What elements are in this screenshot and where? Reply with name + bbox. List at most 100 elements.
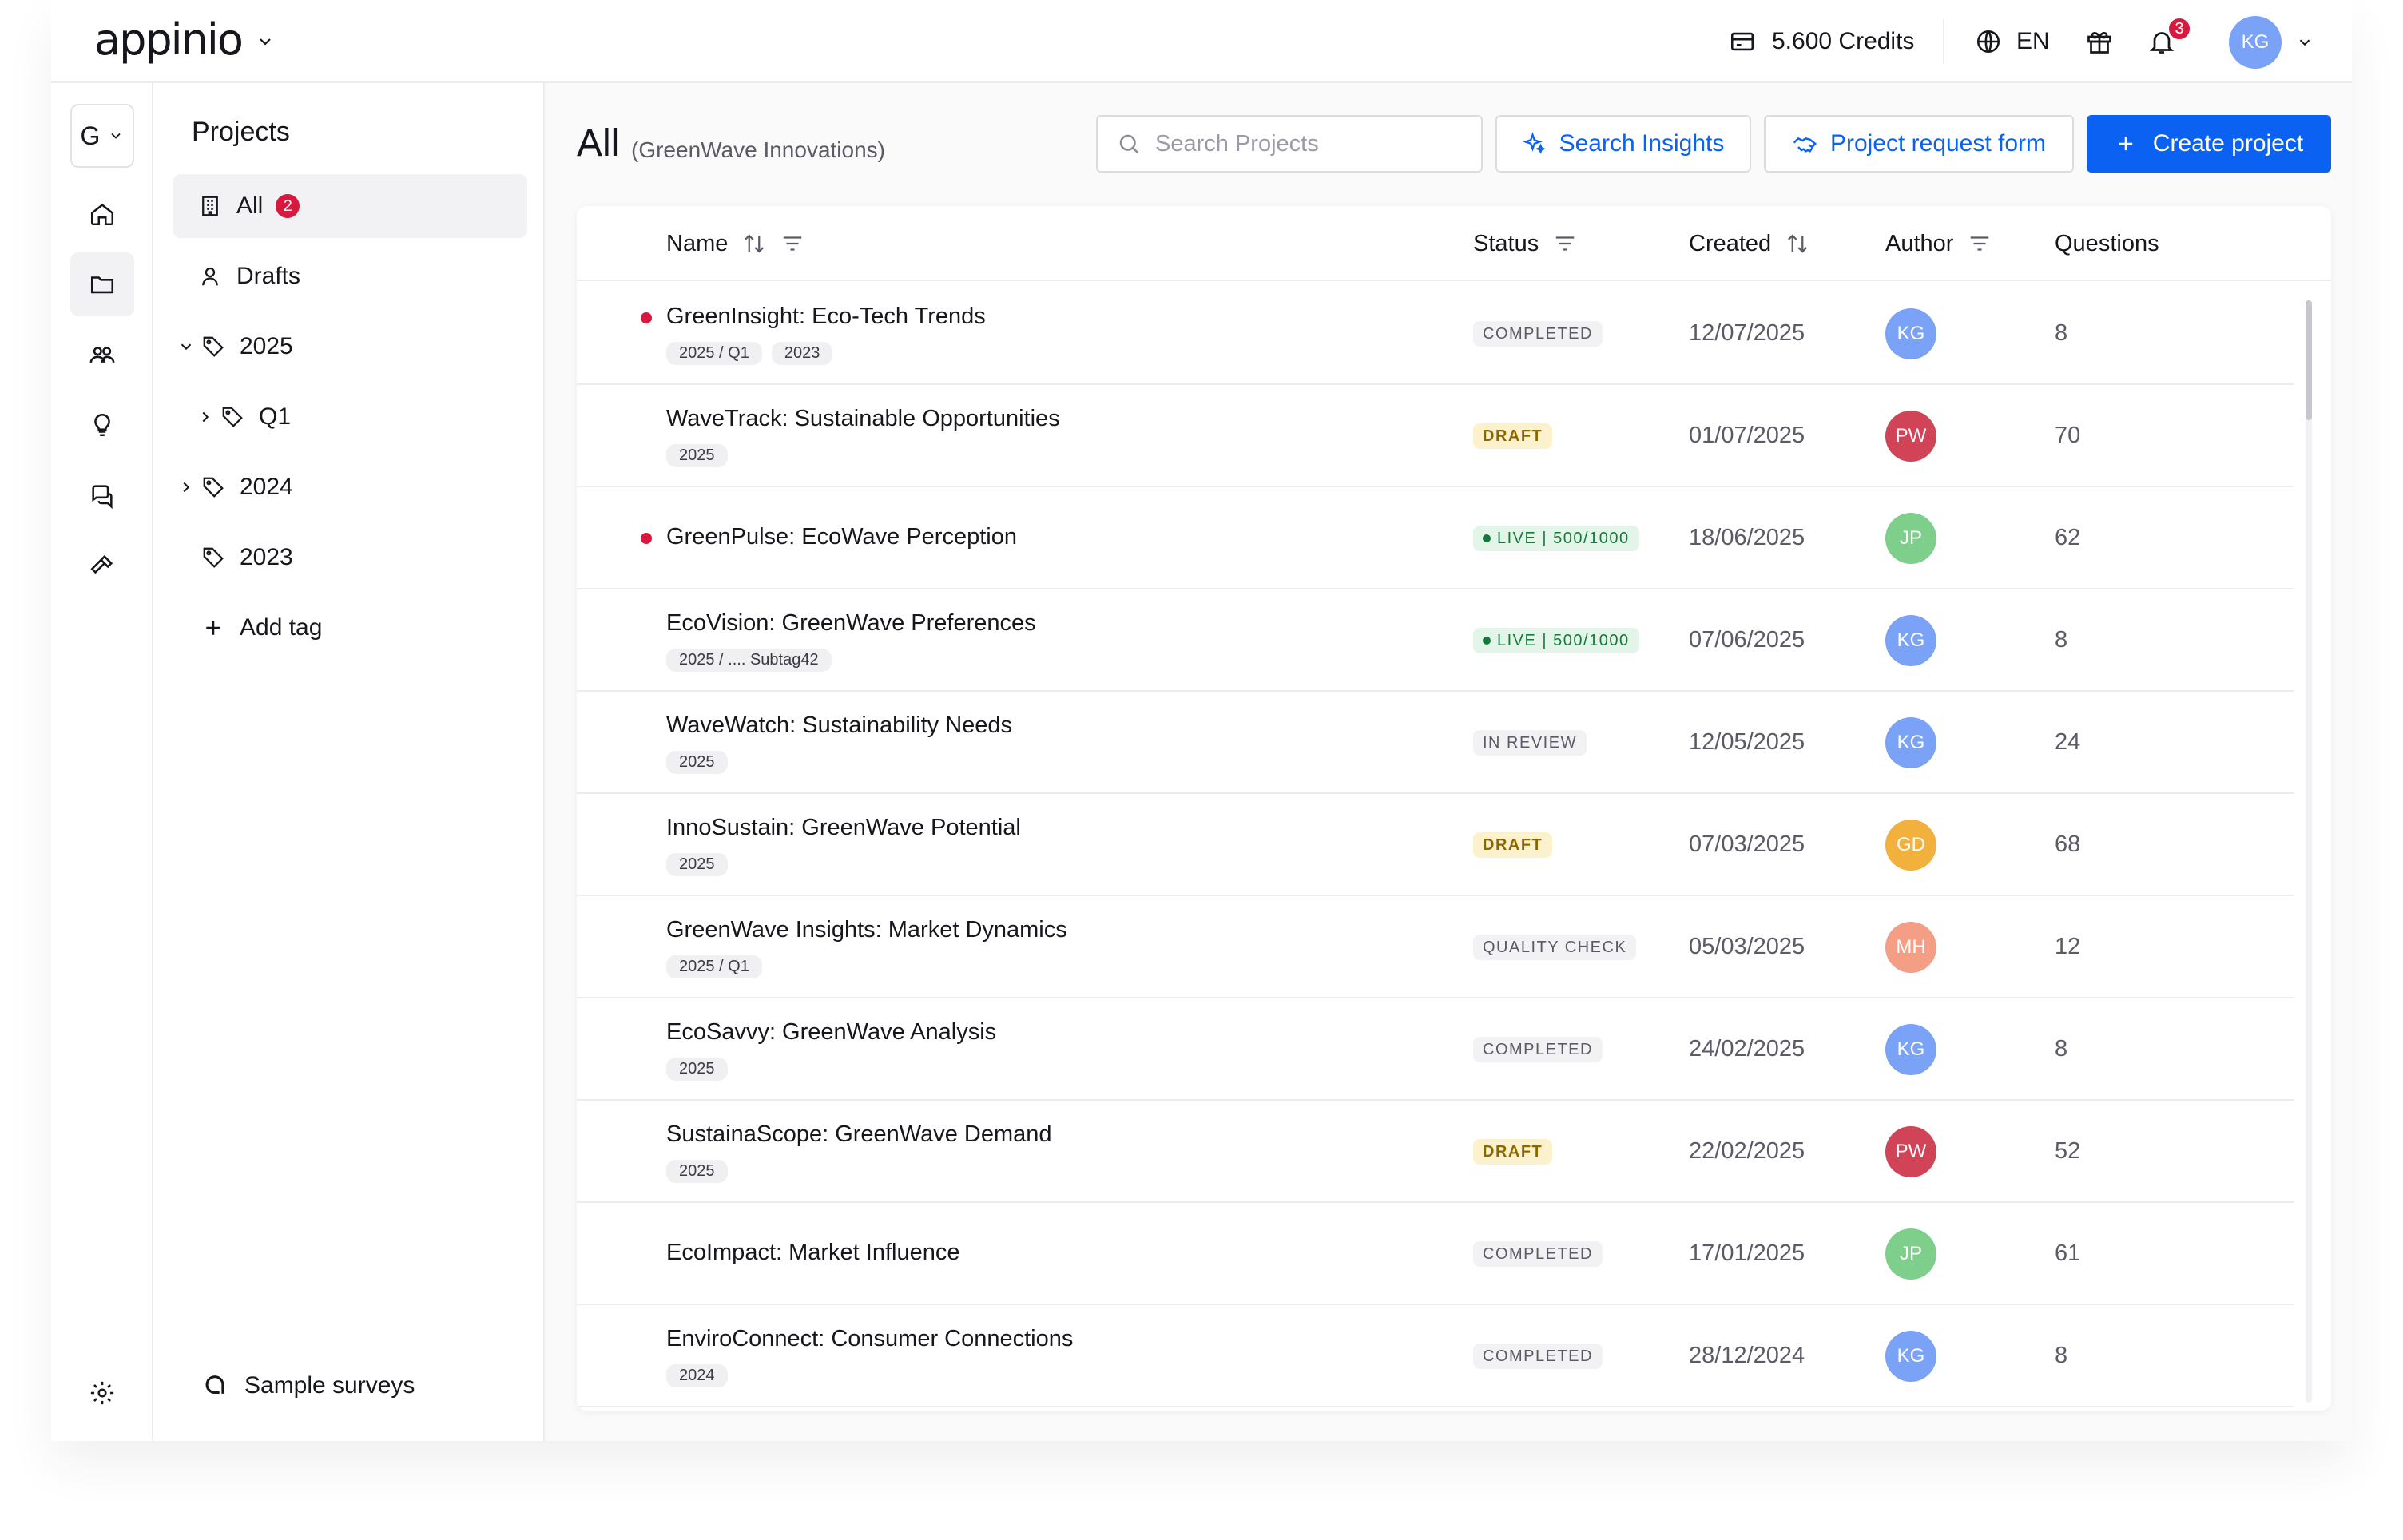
project-name[interactable]: WaveTrack: Sustainable Opportunities bbox=[666, 406, 1060, 432]
add-tag-label: Add tag bbox=[240, 614, 323, 641]
gear-icon bbox=[90, 1381, 114, 1405]
table-row[interactable]: WaveTrack: Sustainable Opportunities 2025… bbox=[577, 385, 2294, 487]
chevron-down-icon[interactable] bbox=[177, 338, 195, 355]
column-created-label: Created bbox=[1689, 230, 1772, 256]
nav-projects[interactable] bbox=[70, 252, 134, 316]
workspace-switcher[interactable]: G bbox=[70, 104, 134, 168]
gift-icon[interactable] bbox=[2085, 27, 2114, 56]
filter-icon[interactable] bbox=[780, 232, 804, 256]
nav-settings[interactable] bbox=[70, 1361, 134, 1425]
project-tags: 2025 / Q1 bbox=[666, 955, 762, 978]
author-avatar[interactable]: MH bbox=[1885, 922, 1936, 973]
folder-tag-2025[interactable]: 2025 bbox=[173, 315, 527, 379]
folder-tag-2023[interactable]: 2023 bbox=[173, 526, 527, 589]
project-tags: 2025 bbox=[666, 1160, 728, 1183]
status-label: COMPLETED bbox=[1483, 1040, 1593, 1058]
author-avatar[interactable]: KG bbox=[1885, 717, 1936, 768]
author-avatar[interactable]: GD bbox=[1885, 820, 1936, 871]
search-insights-button[interactable]: Search Insights bbox=[1495, 115, 1751, 173]
chevron-right-icon[interactable] bbox=[177, 478, 195, 496]
project-name[interactable]: InnoSustain: GreenWave Potential bbox=[666, 815, 1021, 841]
language-label: EN bbox=[2016, 28, 2050, 54]
project-name[interactable]: EnviroConnect: Consumer Connections bbox=[666, 1326, 1073, 1352]
table-row[interactable]: EcoVision: GreenWave Preferences 2025 / .… bbox=[577, 589, 2294, 692]
table-row[interactable]: WaveWatch: Sustainability Needs 2025 IN RE… bbox=[577, 692, 2294, 794]
author-avatar[interactable]: KG bbox=[1885, 1024, 1936, 1075]
search-projects[interactable] bbox=[1096, 115, 1483, 173]
table-row[interactable]: EcoSavvy: GreenWave Analysis 2025 COMPLETE… bbox=[577, 998, 2294, 1101]
folder-tag-2024[interactable]: 2024 bbox=[173, 455, 527, 519]
folder-drafts[interactable]: Drafts bbox=[173, 244, 527, 308]
add-tag-button[interactable]: Add tag bbox=[173, 596, 527, 660]
tag-chip[interactable]: 2025 bbox=[666, 751, 728, 774]
nav-home[interactable] bbox=[70, 182, 134, 246]
language-selector[interactable]: EN bbox=[1975, 22, 2050, 61]
scrollbar-thumb[interactable] bbox=[2306, 300, 2312, 420]
author-avatar[interactable]: JP bbox=[1885, 513, 1936, 564]
project-name[interactable]: EcoImpact: Market Influence bbox=[666, 1240, 960, 1266]
nav-chat[interactable] bbox=[70, 463, 134, 527]
status-badge: DRAFT bbox=[1473, 423, 1553, 449]
appinio-logo[interactable]: appinio bbox=[94, 14, 244, 65]
chevron-down-icon[interactable] bbox=[256, 32, 275, 51]
live-indicator-dot bbox=[1483, 637, 1491, 645]
create-project-button[interactable]: Create project bbox=[2087, 115, 2331, 173]
author-avatar[interactable]: KG bbox=[1885, 308, 1936, 359]
nav-insights[interactable] bbox=[70, 393, 134, 457]
table-row[interactable]: EcoImpact: Market Influence COMPLETED 17/0… bbox=[577, 1203, 2294, 1305]
project-tags: 2025 bbox=[666, 1058, 728, 1081]
author-avatar[interactable]: KG bbox=[1885, 1331, 1936, 1382]
user-avatar[interactable]: KG bbox=[2229, 16, 2282, 69]
author-avatar[interactable]: PW bbox=[1885, 411, 1936, 462]
column-name[interactable]: Name bbox=[666, 206, 804, 281]
project-name[interactable]: EcoVision: GreenWave Preferences bbox=[666, 610, 1036, 637]
table-row[interactable]: GreenInsight: Eco-Tech Trends 2025 / Q1 20… bbox=[577, 283, 2294, 385]
created-date: 24/02/2025 bbox=[1689, 1036, 1805, 1062]
table-row[interactable]: GreenPulse: EcoWave Perception LIVE | 500… bbox=[577, 487, 2294, 589]
table-row[interactable]: EnviroConnect: Consumer Connections 2024 C… bbox=[577, 1305, 2294, 1407]
search-input[interactable] bbox=[1155, 130, 1459, 157]
column-status[interactable]: Status bbox=[1473, 206, 1577, 281]
sort-icon[interactable] bbox=[742, 232, 766, 256]
column-author[interactable]: Author bbox=[1885, 206, 1992, 281]
table-scrollbar[interactable] bbox=[2306, 300, 2312, 1403]
tag-chip[interactable]: 2023 bbox=[771, 342, 833, 365]
tag-chip[interactable]: 2025 bbox=[666, 853, 728, 876]
nav-audiences[interactable] bbox=[70, 323, 134, 387]
project-name[interactable]: GreenPulse: EcoWave Perception bbox=[666, 524, 1017, 550]
table-row[interactable]: InnoSustain: GreenWave Potential 2025 DRAF… bbox=[577, 794, 2294, 896]
column-created[interactable]: Created bbox=[1689, 206, 1809, 281]
author-avatar[interactable]: KG bbox=[1885, 615, 1936, 666]
sample-surveys-link[interactable]: Sample surveys bbox=[201, 1372, 415, 1399]
project-name[interactable]: SustainaScope: GreenWave Demand bbox=[666, 1121, 1052, 1148]
tag-chip[interactable]: 2025 / Q1 bbox=[666, 342, 762, 365]
chevron-right-icon[interactable] bbox=[197, 408, 214, 426]
author-avatar[interactable]: PW bbox=[1885, 1126, 1936, 1177]
nav-tools[interactable] bbox=[70, 534, 134, 597]
project-name[interactable]: GreenWave Insights: Market Dynamics bbox=[666, 917, 1067, 943]
tag-icon bbox=[203, 547, 224, 568]
project-name[interactable]: GreenInsight: Eco-Tech Trends bbox=[666, 304, 986, 330]
filter-icon[interactable] bbox=[1553, 232, 1577, 256]
tag-chip[interactable]: 2025 bbox=[666, 1160, 728, 1183]
project-tags: 2025 / .... Subtag42 bbox=[666, 649, 832, 672]
filter-icon[interactable] bbox=[1968, 232, 1992, 256]
status-badge: COMPLETED bbox=[1473, 1241, 1603, 1267]
table-row[interactable]: SustainaScope: GreenWave Demand 2025 DRAFT… bbox=[577, 1101, 2294, 1203]
folder-all[interactable]: All 2 bbox=[173, 174, 527, 238]
credits-display[interactable]: 5.600 Credits bbox=[1729, 22, 1914, 61]
sort-icon[interactable] bbox=[1785, 232, 1809, 256]
table-row[interactable]: GreenWave Insights: Market Dynamics 2025 … bbox=[577, 896, 2294, 998]
tag-chip[interactable]: 2025 / .... Subtag42 bbox=[666, 649, 832, 672]
tag-chip[interactable]: 2025 bbox=[666, 444, 728, 467]
project-name[interactable]: WaveWatch: Sustainability Needs bbox=[666, 712, 1012, 739]
folder-tag-q1[interactable]: Q1 bbox=[173, 385, 527, 449]
project-name[interactable]: EcoSavvy: GreenWave Analysis bbox=[666, 1019, 996, 1046]
tag-chip[interactable]: 2025 / Q1 bbox=[666, 955, 762, 978]
tag-chip[interactable]: 2024 bbox=[666, 1364, 728, 1387]
author-avatar[interactable]: JP bbox=[1885, 1228, 1936, 1280]
chevron-down-icon[interactable] bbox=[2296, 34, 2314, 51]
tag-chip[interactable]: 2025 bbox=[666, 1058, 728, 1081]
project-request-form-button[interactable]: Project request form bbox=[1764, 115, 2074, 173]
status-badge: LIVE | 500/1000 bbox=[1473, 526, 1639, 551]
